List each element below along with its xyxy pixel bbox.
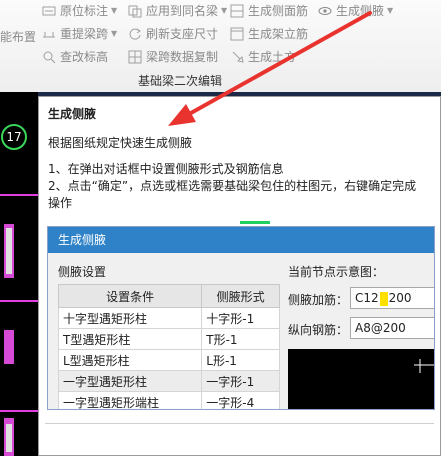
- cell-form[interactable]: 一字形-4: [201, 391, 280, 409]
- redo-span-button[interactable]: 重提梁跨 ▼: [42, 25, 117, 42]
- tooltip-title: 生成侧腋: [48, 107, 97, 121]
- dropdown-arrow-icon: ▼: [111, 29, 118, 38]
- long-rebar-label: 纵向钢筋：: [288, 323, 349, 337]
- text-cursor: [379, 291, 388, 306]
- grid-copy-icon: [128, 50, 142, 64]
- haunch-eye-icon: [318, 4, 332, 18]
- tooltip-divider: [45, 423, 434, 424]
- node-preview-canvas: [288, 349, 434, 409]
- col-header-form: 侧腋形式: [201, 284, 280, 308]
- dropdown-arrow-icon: ▼: [111, 6, 118, 15]
- tooltip-description: 根据图纸规定快速生成侧腋: [48, 136, 193, 150]
- side-rebar-icon: [230, 4, 244, 18]
- tooltip-step-1: 1、在弹出对话框中设置侧腋形式及钢筋信息: [48, 162, 284, 176]
- cell-condition: T型遇矩形柱: [57, 328, 203, 350]
- cell-form[interactable]: 一字形-1: [201, 370, 280, 392]
- haunch-settings-label: 侧腋设置: [58, 265, 107, 279]
- dropdown-arrow-icon: ▼: [221, 6, 228, 15]
- column-core: [6, 424, 12, 452]
- node-preview-label: 当前节点示意图：: [288, 265, 385, 279]
- cell-condition: 一字型遇矩形端柱: [57, 391, 203, 409]
- tooltip-step-2: 2、点击“确定”，点选或框选需要基础梁包住的柱图元，右键确定完成: [48, 179, 417, 193]
- apply-same-name-beam-button[interactable]: 应用到同名梁 ▼: [128, 2, 227, 19]
- smart-layout-label[interactable]: 能布置: [0, 28, 36, 45]
- tooltip-step-2-cont: 操作: [48, 196, 73, 210]
- table-row[interactable]: L型遇矩形柱 L形-1: [57, 349, 280, 371]
- haunch-rebar-input[interactable]: C12 200: [350, 287, 434, 309]
- refresh-icon: [128, 27, 142, 41]
- col-header-condition: 设置条件: [57, 284, 203, 308]
- dialog-title: 生成侧腋: [48, 227, 434, 253]
- copy-icon: [128, 4, 142, 18]
- haunch-settings-table: 设置条件 侧腋形式 十字型遇矩形柱 十字形-1 T型遇矩形柱 T形-1 L型遇矩…: [57, 284, 280, 409]
- cell-form[interactable]: L形-1: [201, 349, 280, 371]
- table-row[interactable]: 一字型遇矩形柱 一字形-1: [57, 370, 280, 392]
- table-row[interactable]: T型遇矩形柱 T形-1: [57, 328, 280, 350]
- canvas-green-mark: [240, 221, 270, 224]
- stand-rebar-icon: [230, 27, 244, 41]
- cell-form[interactable]: T形-1: [201, 328, 280, 350]
- annotate-icon: [42, 4, 56, 18]
- span-data-copy-button[interactable]: 梁跨数据复制: [128, 48, 218, 65]
- gen-side-rebar-button[interactable]: 生成侧面筋: [230, 2, 308, 19]
- column-mark: [4, 330, 14, 364]
- haunch-dialog-preview: 生成侧腋 侧腋设置 设置条件 侧腋形式 十字型遇矩形柱 十字形-1 T型遇矩形柱…: [47, 226, 435, 410]
- soil-shovel-icon: [230, 50, 244, 64]
- check-elevation-button[interactable]: 查改标高: [42, 48, 108, 65]
- yuanwei-button[interactable]: 原位标注 ▼: [42, 2, 117, 19]
- dropdown-arrow-icon: ▼: [387, 6, 394, 15]
- haunch-rebar-label: 侧腋加筋：: [288, 293, 349, 307]
- cell-condition: 一字型遇矩形柱: [57, 370, 203, 392]
- beam-span-icon: [42, 27, 56, 41]
- cell-condition: 十字型遇矩形柱: [57, 307, 203, 329]
- cell-form[interactable]: 十字形-1: [201, 307, 280, 329]
- refresh-support-size-button[interactable]: 刷新支座尺寸: [128, 25, 218, 42]
- column-core: [6, 228, 12, 274]
- ribbon-group-label: 基础梁二次编辑: [137, 74, 222, 88]
- axis-number-bubble: 17: [1, 124, 27, 150]
- long-rebar-input[interactable]: A8@200: [350, 317, 434, 339]
- check-icon: [42, 50, 56, 64]
- beam-line: [0, 410, 38, 412]
- gen-haunch-button[interactable]: 生成侧腋 ▼: [318, 2, 393, 19]
- gen-stand-rebar-button[interactable]: 生成架立筋: [230, 25, 308, 42]
- beam-line: [0, 300, 38, 302]
- cell-condition: L型遇矩形柱: [57, 349, 203, 371]
- table-row[interactable]: 十字型遇矩形柱 十字形-1: [57, 307, 280, 329]
- ribbon-toolbar: 原位标注 ▼ 应用到同名梁 ▼ 生成侧面筋 生成侧腋 ▼ 能布置 重提梁跨 ▼ …: [0, 0, 441, 93]
- beam-line: [0, 194, 38, 196]
- gen-soil-button[interactable]: 生成土方: [230, 48, 296, 65]
- table-row[interactable]: 一字型遇矩形端柱 一字形-4: [57, 391, 280, 409]
